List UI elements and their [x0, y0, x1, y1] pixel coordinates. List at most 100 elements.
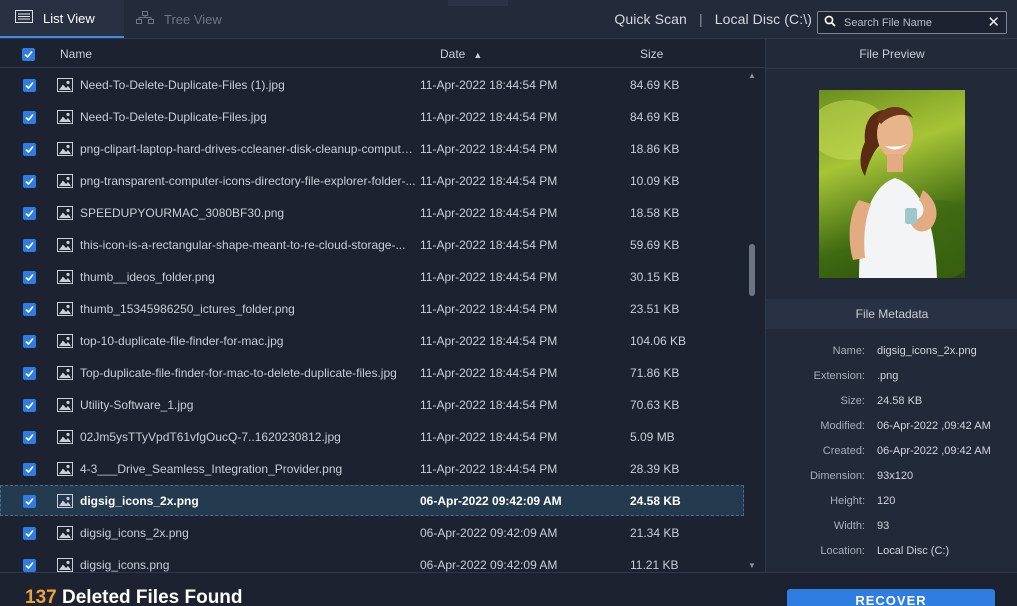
metadata-label: Created: — [822, 445, 865, 457]
image-file-icon — [57, 398, 73, 415]
file-row[interactable]: digsig_icons_2x.png 06-Apr-2022 09:42:09 … — [0, 517, 744, 548]
clear-search-icon[interactable]: ✕ — [987, 14, 1000, 31]
file-checkbox[interactable] — [23, 239, 36, 252]
file-checkbox[interactable] — [23, 463, 36, 476]
file-row[interactable]: digsig_icons.png 06-Apr-2022 09:42:09 AM 1… — [0, 549, 744, 572]
file-checkbox[interactable] — [23, 335, 36, 348]
file-size: 70.63 KB — [630, 398, 680, 412]
file-date: 11-Apr-2022 18:44:54 PM — [420, 302, 558, 316]
file-date: 11-Apr-2022 18:44:54 PM — [420, 366, 558, 380]
file-name: 4-3___Drive_Seamless_Integration_Provide… — [80, 462, 343, 476]
file-name: Top-duplicate-file-finder-for-mac-to-del… — [80, 366, 397, 380]
metadata-label: Location: — [820, 545, 865, 557]
metadata-row: Location: Local Disc (C:) — [766, 545, 1017, 561]
file-checkbox[interactable] — [23, 303, 36, 316]
metadata-value: 120 — [877, 495, 896, 507]
metadata-label: Modified: — [820, 420, 865, 432]
image-file-icon — [57, 270, 73, 287]
file-list: Need-To-Delete-Duplicate-Files (1).jpg 11… — [0, 69, 744, 572]
file-row[interactable]: thumb__ideos_folder.png 11-Apr-2022 18:44… — [0, 261, 744, 292]
search-input[interactable] — [844, 16, 984, 29]
file-checkbox[interactable] — [23, 271, 36, 284]
file-row[interactable]: 02Jm5ysTTyVpdT61vfgOucQ-7..1620230812.jp… — [0, 421, 744, 452]
image-file-icon — [57, 78, 73, 95]
file-size: 5.09 MB — [630, 430, 675, 444]
file-date: 11-Apr-2022 18:44:54 PM — [420, 78, 558, 92]
metadata-row: Dimension: 93x120 — [766, 470, 1017, 486]
file-row[interactable]: this-icon-is-a-rectangular-shape-meant-t… — [0, 229, 744, 260]
file-checkbox[interactable] — [23, 111, 36, 124]
image-file-icon — [57, 462, 73, 479]
file-checkbox[interactable] — [23, 495, 36, 508]
file-row[interactable]: 4-3___Drive_Seamless_Integration_Provide… — [0, 453, 744, 484]
file-row[interactable]: png-transparent-computer-icons-directory… — [0, 165, 744, 196]
metadata-value: 06-Apr-2022 ,09:42 AM — [877, 445, 991, 457]
file-checkbox[interactable] — [23, 431, 36, 444]
file-checkbox[interactable] — [23, 367, 36, 380]
metadata-row: Width: 93 — [766, 520, 1017, 536]
file-name: digsig_icons_2x.png — [80, 526, 189, 540]
file-checkbox[interactable] — [23, 79, 36, 92]
file-size: 104.06 KB — [630, 334, 687, 348]
column-header-date-label: Date — [440, 47, 466, 61]
metadata-value: digsig_icons_2x.png — [877, 345, 977, 357]
column-header-date[interactable]: Date ▲ — [440, 47, 482, 61]
file-date: 06-Apr-2022 09:42:09 AM — [420, 526, 558, 540]
file-size: 18.58 KB — [630, 206, 680, 220]
file-name: top-10-duplicate-file-finder-for-mac.jpg — [80, 334, 284, 348]
scroll-down-icon[interactable]: ▼ — [748, 561, 756, 570]
file-name: SPEEDUPYOURMAC_3080BF30.png — [80, 206, 285, 220]
column-header-size[interactable]: Size — [640, 47, 663, 61]
image-file-icon — [57, 334, 73, 351]
search-box[interactable]: ✕ — [817, 11, 1007, 34]
file-name: this-icon-is-a-rectangular-shape-meant-t… — [80, 238, 406, 252]
scan-type: Quick Scan — [614, 11, 687, 27]
file-size: 21.34 KB — [630, 526, 680, 540]
column-header-name[interactable]: Name — [60, 47, 92, 61]
file-row[interactable]: Top-duplicate-file-finder-for-mac-to-del… — [0, 357, 744, 388]
file-row[interactable]: Utility-Software_1.jpg 11-Apr-2022 18:44:… — [0, 389, 744, 420]
file-date: 11-Apr-2022 18:44:54 PM — [420, 462, 558, 476]
file-metadata-title: File Metadata — [766, 299, 1017, 329]
file-size: 71.86 KB — [630, 366, 680, 380]
file-checkbox[interactable] — [23, 175, 36, 188]
deleted-files-count: 137 — [25, 587, 57, 606]
image-file-icon — [57, 494, 73, 511]
list-scrollbar[interactable]: ▲ ▼ — [745, 69, 759, 572]
file-checkbox[interactable] — [23, 527, 36, 540]
metadata-label: Dimension: — [809, 470, 865, 482]
scrollbar-thumb[interactable] — [749, 244, 755, 296]
file-name: png-transparent-computer-icons-directory… — [80, 174, 416, 188]
file-checkbox[interactable] — [23, 143, 36, 156]
file-size: 11.21 KB — [630, 558, 679, 572]
image-file-icon — [57, 302, 73, 319]
file-name: thumb__ideos_folder.png — [80, 270, 215, 284]
tab-list-view[interactable]: List View — [0, 0, 124, 38]
image-file-icon — [57, 558, 73, 572]
file-row[interactable]: SPEEDUPYOURMAC_3080BF30.png 11-Apr-2022 1… — [0, 197, 744, 228]
file-row[interactable]: Need-To-Delete-Duplicate-Files.jpg 11-Apr… — [0, 101, 744, 132]
recover-button[interactable]: RECOVER — [787, 589, 995, 606]
file-checkbox[interactable] — [23, 559, 36, 572]
metadata-row: Created: 06-Apr-2022 ,09:42 AM — [766, 445, 1017, 461]
metadata-value: .png — [877, 370, 899, 382]
file-date: 06-Apr-2022 09:42:09 AM — [420, 494, 562, 508]
file-name: 02Jm5ysTTyVpdT61vfgOucQ-7..1620230812.jp… — [80, 430, 341, 444]
metadata-value: Local Disc (C:) — [877, 545, 950, 557]
file-row[interactable]: digsig_icons_2x.png 06-Apr-2022 09:42:09 … — [0, 485, 744, 516]
tab-tree-view[interactable]: Tree View — [124, 0, 254, 38]
file-checkbox[interactable] — [23, 207, 36, 220]
select-all-checkbox[interactable] — [22, 48, 35, 61]
scroll-up-icon[interactable]: ▲ — [748, 71, 756, 80]
file-row[interactable]: thumb_15345986250_ictures_folder.png 11-A… — [0, 293, 744, 324]
metadata-label: Size: — [840, 395, 865, 407]
file-row[interactable]: Need-To-Delete-Duplicate-Files (1).jpg 11… — [0, 69, 744, 100]
file-name: Need-To-Delete-Duplicate-Files (1).jpg — [80, 78, 285, 92]
file-row[interactable]: png-clipart-laptop-hard-drives-ccleaner-… — [0, 133, 744, 164]
top-bar: List View Tree View Quick Scan | Local D… — [0, 0, 1017, 39]
file-size: 30.15 KB — [630, 270, 680, 284]
file-row[interactable]: top-10-duplicate-file-finder-for-mac.jpg… — [0, 325, 744, 356]
file-name: Need-To-Delete-Duplicate-Files.jpg — [80, 110, 267, 124]
metadata-label: Width: — [833, 520, 865, 532]
file-checkbox[interactable] — [23, 399, 36, 412]
